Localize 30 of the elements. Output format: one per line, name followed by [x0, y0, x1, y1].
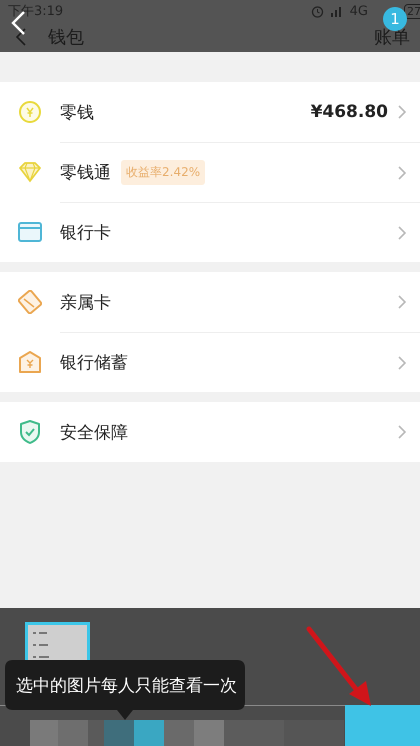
wallet-row[interactable]: 安全保障	[0, 402, 420, 462]
row-label: 零钱通	[60, 162, 111, 184]
bank-icon	[18, 350, 42, 374]
row-label: 零钱	[60, 102, 94, 124]
chevron-right-icon	[398, 356, 406, 370]
card-icon	[18, 222, 42, 242]
wallet-row[interactable]: 银行卡	[0, 202, 420, 262]
chevron-right-icon	[398, 105, 406, 119]
row-label: 银行储蓄	[60, 352, 128, 374]
balance-amount: ¥468.80	[310, 102, 388, 122]
back-icon[interactable]	[16, 28, 26, 46]
wallet-row[interactable]: 亲属卡	[0, 272, 420, 332]
chevron-right-icon	[398, 295, 406, 309]
diamond-icon	[18, 161, 42, 183]
row-label: 银行卡	[60, 222, 111, 244]
signal-icon	[330, 5, 344, 17]
coin-icon	[18, 100, 42, 124]
page-title: 钱包	[48, 26, 85, 49]
rate-tag: 收益率2.42%	[121, 160, 206, 185]
tooltip: 选中的图片每人只能查看一次	[5, 660, 245, 720]
row-label: 亲属卡	[60, 292, 111, 314]
row-label: 安全保障	[60, 422, 128, 444]
chevron-right-icon	[398, 425, 406, 439]
chevron-right-icon	[398, 166, 406, 180]
alarm-icon	[310, 4, 324, 18]
chevron-right-icon	[398, 226, 406, 240]
wallet-row[interactable]: 零钱通 收益率2.42%	[0, 142, 420, 202]
wallet-row[interactable]: 银行储蓄	[0, 332, 420, 392]
shield-icon	[19, 420, 41, 444]
wallet-row[interactable]: 零钱 ¥468.80	[0, 82, 420, 142]
